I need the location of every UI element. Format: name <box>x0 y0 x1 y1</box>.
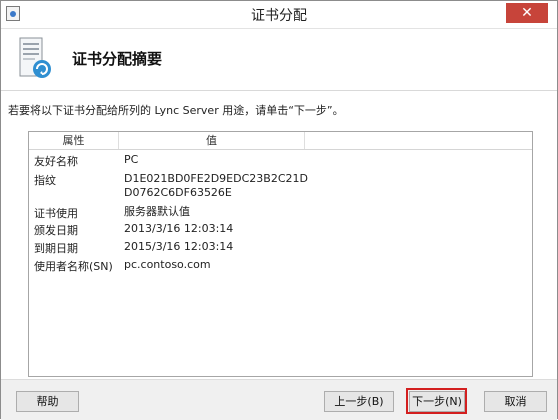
certificate-assignment-window: 证书分配 ✕ 证书分配摘要 若要将以下证书分配给所列的 Lync Server … <box>0 0 558 420</box>
help-button[interactable]: 帮助 <box>16 391 79 412</box>
wizard-header: 证书分配摘要 <box>1 29 557 89</box>
cancel-button[interactable]: 取消 <box>484 391 547 412</box>
row-label: 到期日期 <box>34 242 78 255</box>
summary-list[interactable]: 属性 值 友好名称 PC 指纹 D1E021BD0FE2D9EDC23B2C21… <box>28 131 533 377</box>
certificate-wizard-icon <box>19 37 51 78</box>
window-title: 证书分配 <box>251 8 307 24</box>
row-label: 指纹 <box>34 174 56 187</box>
instruction-text: 若要将以下证书分配给所列的 Lync Server 用途，请单击“下一步”。 <box>8 104 344 117</box>
row-value: 2015/3/16 12:03:14 <box>124 240 234 253</box>
row-label: 友好名称 <box>34 155 78 168</box>
column-header-property[interactable]: 属性 <box>29 132 119 149</box>
row-value: 2013/3/16 12:03:14 <box>124 222 234 235</box>
title-bar: 证书分配 ✕ <box>1 1 557 29</box>
close-button[interactable]: ✕ <box>506 3 548 23</box>
row-value: pc.contoso.com <box>124 258 211 271</box>
wizard-footer <box>1 379 557 420</box>
back-button[interactable]: 上一步(B) <box>324 391 394 412</box>
row-label: 证书使用 <box>34 207 78 220</box>
row-label: 使用者名称(SN) <box>34 260 113 273</box>
column-header-empty <box>305 132 532 149</box>
row-value: D1E021BD0FE2D9EDC23B2C21D D0762C6DF63526… <box>124 172 308 199</box>
page-title: 证书分配摘要 <box>72 50 163 68</box>
close-icon: ✕ <box>521 5 533 21</box>
column-header-value[interactable]: 值 <box>119 132 305 149</box>
next-button-highlight <box>406 388 467 414</box>
row-value: 服务器默认值 <box>124 205 190 218</box>
row-value: PC <box>124 153 139 166</box>
header-divider <box>1 90 557 91</box>
list-header: 属性 值 <box>29 132 532 150</box>
row-label: 颁发日期 <box>34 224 78 237</box>
